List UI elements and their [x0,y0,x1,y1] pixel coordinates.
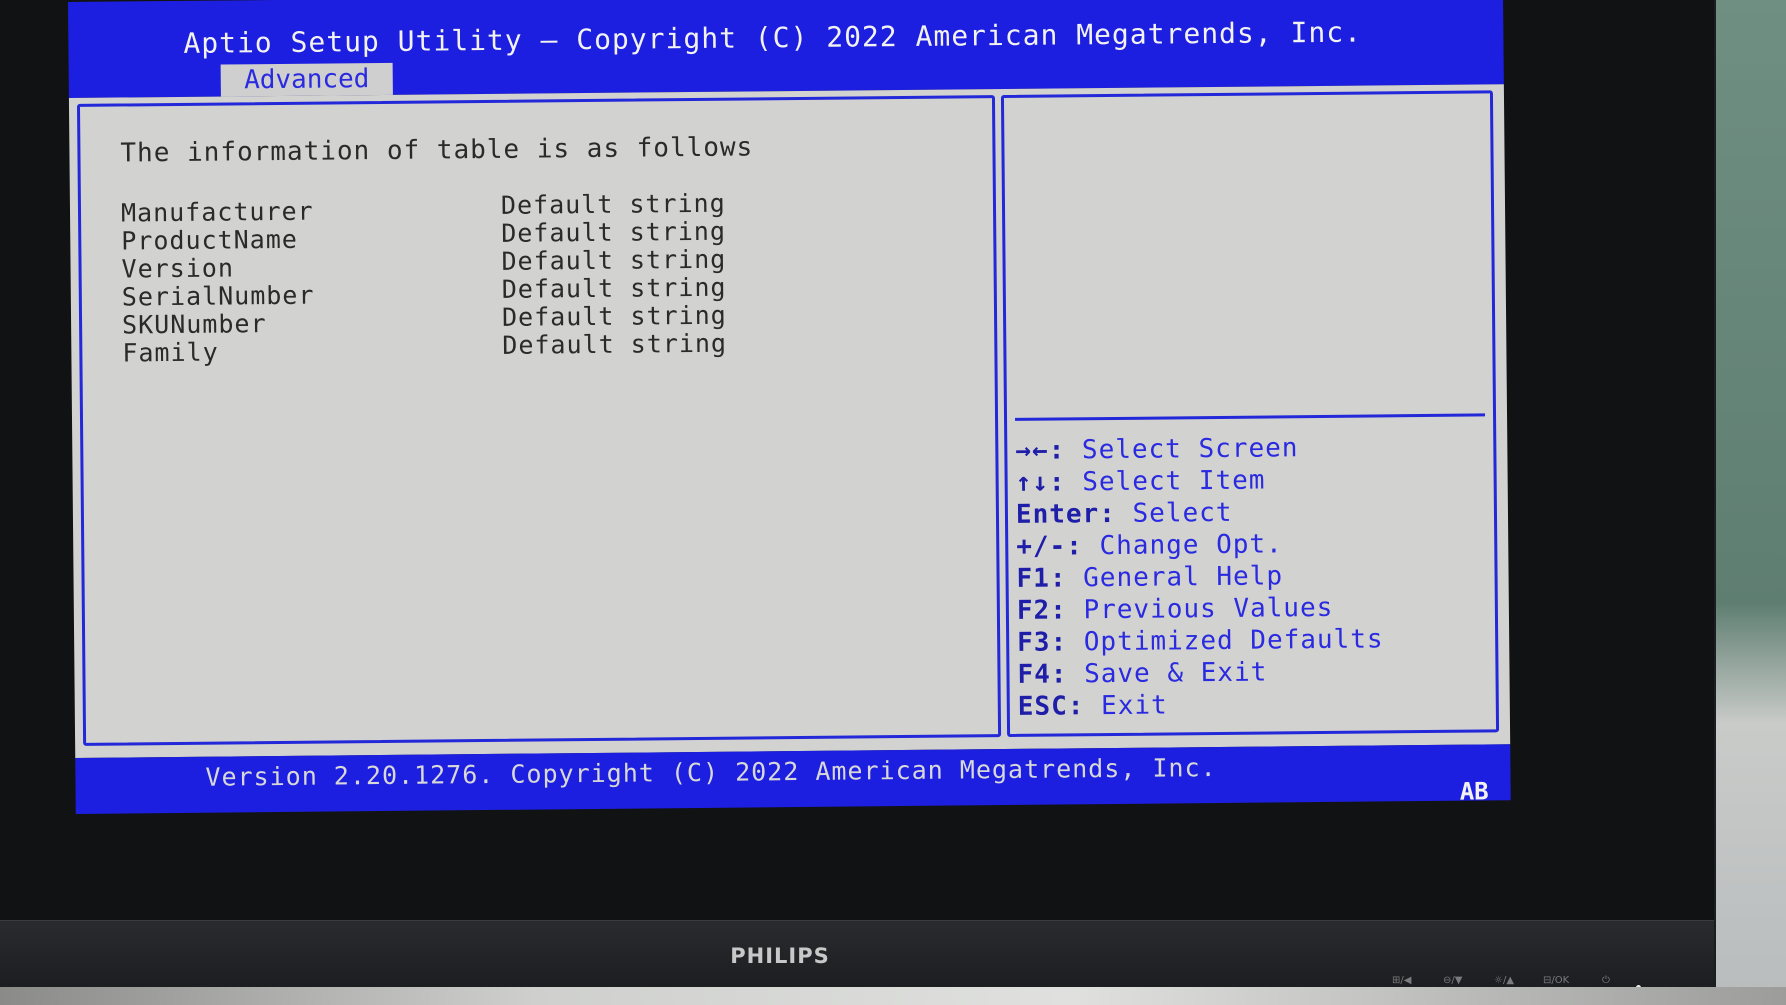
help-panel: →←: Select Screen ↑↓: Select Item Enter:… [1000,90,1500,738]
help-f1: F1: General Help [1016,559,1383,595]
help-text: Save & Exit [1067,657,1268,690]
brightness-button-icon[interactable]: ☼/▲ [1494,975,1514,986]
help-f2: F2: Previous Values [1017,591,1384,627]
help-text: Exit [1084,690,1168,722]
help-change-opt: +/-: Change Opt. [1016,527,1383,563]
help-text: Change Opt. [1082,529,1283,562]
help-key: Enter: [1015,498,1117,530]
help-f3: F3: Optimized Defaults [1017,623,1384,659]
help-key: ESC: [1017,691,1085,722]
help-key: →←: [1015,435,1066,466]
bios-body: The information of table is as follows M… [68,84,1511,758]
info-heading: The information of table is as follows [120,132,754,169]
help-divider [1015,413,1486,421]
row-value-family: Default string [502,328,728,360]
background-wall [1716,0,1786,1005]
bios-screen: Aptio Setup Utility – Copyright (C) 2022… [68,0,1511,814]
row-label-manufacturer: Manufacturer [120,196,314,228]
row-label-productname: ProductName [121,224,299,256]
help-esc: ESC: Exit [1018,687,1385,723]
row-value-serialnumber: Default string [501,272,727,304]
tab-advanced[interactable]: Advanced [220,62,393,97]
monitor: Aptio Setup Utility – Copyright (C) 2022… [0,0,1714,994]
help-enter: Enter: Select [1016,495,1383,531]
help-f4: F4: Save & Exit [1017,655,1384,691]
row-label-serialnumber: SerialNumber [121,280,315,312]
row-value-skunumber: Default string [501,300,727,332]
help-text: Select Screen [1065,433,1299,466]
help-key: F4: [1017,659,1068,690]
help-text: Select [1115,497,1233,529]
help-text: General Help [1066,561,1284,594]
row-label-skunumber: SKUNumber [121,309,267,340]
desk-edge [0,987,1786,1005]
input-button-icon[interactable]: ⊖/▼ [1443,975,1462,986]
version-footer: Version 2.20.1276. Copyright (C) 2022 Am… [205,753,1217,792]
help-select-item: ↑↓: Select Item [1016,463,1383,499]
info-panel: The information of table is as follows M… [76,95,1002,746]
row-value-manufacturer: Default string [500,188,726,220]
row-value-version: Default string [501,244,727,276]
footer-badge: AB [1459,777,1489,806]
help-select-screen: →←: Select Screen [1015,431,1382,467]
row-label-version: Version [121,253,235,284]
help-text: Previous Values [1066,592,1334,626]
help-key: F2: [1016,595,1067,626]
help-text: Select Item [1065,465,1266,498]
help-key: +/-: [1016,531,1084,562]
help-key: F1: [1016,563,1067,594]
row-label-family: Family [122,337,219,368]
help-key: ↑↓: [1015,467,1066,498]
title-bar: Aptio Setup Utility – Copyright (C) 2022… [68,0,1504,98]
menu-button-icon[interactable]: ⊞/◀ [1392,975,1411,986]
help-key: F3: [1017,627,1068,658]
ok-button-icon[interactable]: ⊟/OK [1543,975,1569,986]
bios-title: Aptio Setup Utility – Copyright (C) 2022… [183,15,1363,60]
row-value-productname: Default string [501,216,727,248]
power-button-icon[interactable]: ⏻ [1602,975,1610,986]
monitor-brand-logo: PHILIPS [730,944,830,968]
key-help-list: →←: Select Screen ↑↓: Select Item Enter:… [1015,431,1384,723]
help-text: Optimized Defaults [1067,624,1384,658]
